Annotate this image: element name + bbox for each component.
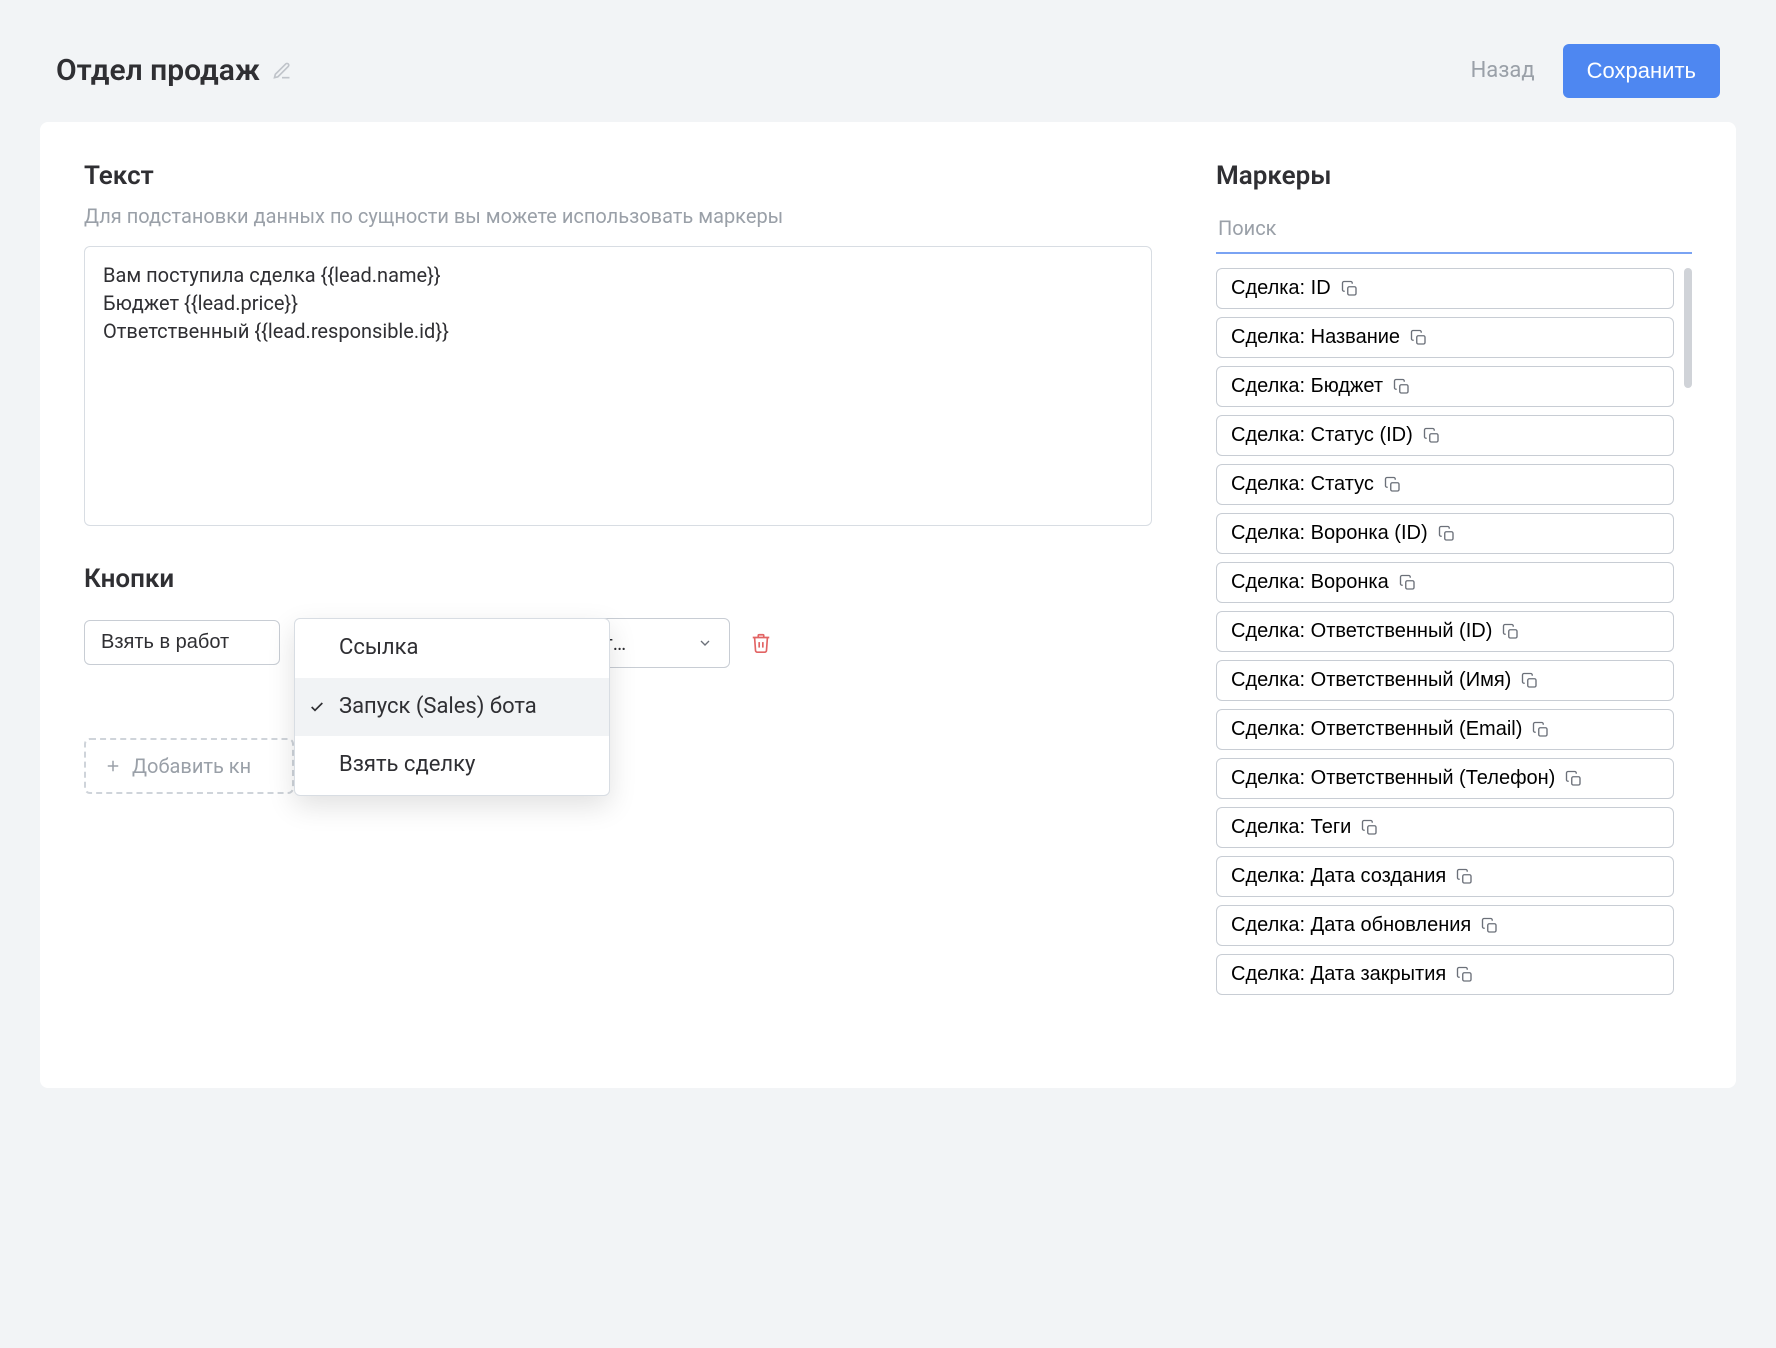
marker-label: Сделка: Дата обновления (1231, 914, 1471, 937)
marker-item[interactable]: Сделка: Название (1216, 317, 1674, 358)
marker-item[interactable]: Сделка: Дата закрытия (1216, 954, 1674, 995)
marker-item[interactable]: Сделка: Ответственный (Телефон) (1216, 758, 1674, 799)
page-title: Отдел продаж (56, 50, 260, 92)
dropdown-item-label: Ссылка (339, 635, 419, 660)
copy-icon (1521, 672, 1539, 690)
left-column: Текст Для подстановки данных по сущности… (84, 158, 1152, 1028)
copy-icon (1399, 574, 1417, 592)
marker-item[interactable]: Сделка: Воронка (1216, 562, 1674, 603)
copy-icon (1502, 623, 1520, 641)
dropdown-item[interactable]: Ссылка (295, 619, 609, 678)
copy-icon (1393, 378, 1411, 396)
dropdown-item[interactable]: Взять сделку (295, 736, 609, 795)
plus-icon (104, 757, 122, 775)
marker-item[interactable]: Сделка: Ответственный (ID) (1216, 611, 1674, 652)
marker-label: Сделка: Ответственный (ID) (1231, 620, 1492, 643)
button-label-input[interactable] (84, 620, 280, 665)
marker-label: Сделка: Бюджет (1231, 375, 1383, 398)
marker-item[interactable]: Сделка: Статус (ID) (1216, 415, 1674, 456)
marker-label: Сделка: Статус (ID) (1231, 424, 1413, 447)
chevron-down-icon (697, 635, 713, 651)
copy-icon (1565, 770, 1583, 788)
markers-title: Маркеры (1216, 158, 1692, 194)
copy-icon (1456, 868, 1474, 886)
message-textarea[interactable] (84, 246, 1152, 526)
copy-icon (1384, 476, 1402, 494)
markers-wrap: Сделка: ID Сделка: Название Сделка: Бюджет… (1216, 254, 1692, 1028)
back-link[interactable]: Назад (1471, 56, 1535, 87)
header-actions: Назад Сохранить (1471, 44, 1720, 98)
marker-item[interactable]: Сделка: ID (1216, 268, 1674, 309)
marker-label: Сделка: Название (1231, 326, 1400, 349)
marker-label: Сделка: Ответственный (Имя) (1231, 669, 1511, 692)
marker-item[interactable]: Сделка: Статус (1216, 464, 1674, 505)
copy-icon (1410, 329, 1428, 347)
marker-label: Сделка: ID (1231, 277, 1331, 300)
marker-item[interactable]: Сделка: Бюджет (1216, 366, 1674, 407)
marker-label: Сделка: Дата закрытия (1231, 963, 1446, 986)
marker-list: Сделка: ID Сделка: Название Сделка: Бюджет… (1216, 268, 1674, 1028)
dropdown-item-label: Взять сделку (339, 752, 475, 777)
marker-label: Сделка: Дата создания (1231, 865, 1446, 888)
title-wrap: Отдел продаж (56, 50, 292, 92)
marker-item[interactable]: Сделка: Дата создания (1216, 856, 1674, 897)
delete-button-icon[interactable] (750, 632, 772, 654)
copy-icon (1341, 280, 1359, 298)
dropdown-item-label: Запуск (Sales) бота (339, 694, 537, 719)
marker-label: Сделка: Ответственный (Email) (1231, 718, 1522, 741)
copy-icon (1361, 819, 1379, 837)
add-button[interactable]: Добавить кн (84, 738, 294, 794)
buttons-section-title: Кнопки (84, 561, 1152, 597)
markers-scrollbar[interactable] (1684, 268, 1692, 1028)
action-dropdown: Ссылка Запуск (Sales) бота Взять сделку (294, 618, 610, 796)
dropdown-item[interactable]: Запуск (Sales) бота (295, 678, 609, 737)
copy-icon (1456, 966, 1474, 984)
copy-icon (1481, 917, 1499, 935)
page-header: Отдел продаж Назад Сохранить (0, 0, 1776, 122)
marker-item[interactable]: Сделка: Ответственный (Email) (1216, 709, 1674, 750)
scrollbar-thumb[interactable] (1684, 268, 1692, 388)
marker-label: Сделка: Ответственный (Телефон) (1231, 767, 1555, 790)
right-column: Маркеры Сделка: IDСделка: НазваниеСделка… (1216, 158, 1692, 1028)
marker-label: Сделка: Воронка (ID) (1231, 522, 1428, 545)
marker-label: Сделка: Статус (1231, 473, 1374, 496)
main-panel: Текст Для подстановки данных по сущности… (40, 122, 1736, 1088)
marker-item[interactable]: Сделка: Ответственный (Имя) (1216, 660, 1674, 701)
copy-icon (1423, 427, 1441, 445)
add-button-label: Добавить кн (132, 752, 251, 780)
save-button[interactable]: Сохранить (1563, 44, 1720, 98)
marker-label: Сделка: Теги (1231, 816, 1351, 839)
marker-item[interactable]: Сделка: Воронка (ID) (1216, 513, 1674, 554)
markers-search-input[interactable] (1216, 208, 1692, 254)
copy-icon (1532, 721, 1550, 739)
check-icon (309, 699, 325, 715)
text-section-title: Текст (84, 158, 1152, 194)
marker-label: Сделка: Воронка (1231, 571, 1389, 594)
copy-icon (1438, 525, 1456, 543)
button-row: СсылкаЗапуск (Sales) ботаВзять сделку би… (84, 618, 1152, 668)
marker-item[interactable]: Сделка: Дата обновления (1216, 905, 1674, 946)
text-section-hint: Для подстановки данных по сущности вы мо… (84, 202, 1152, 230)
pencil-icon[interactable] (272, 61, 292, 81)
marker-item[interactable]: Сделка: Теги (1216, 807, 1674, 848)
